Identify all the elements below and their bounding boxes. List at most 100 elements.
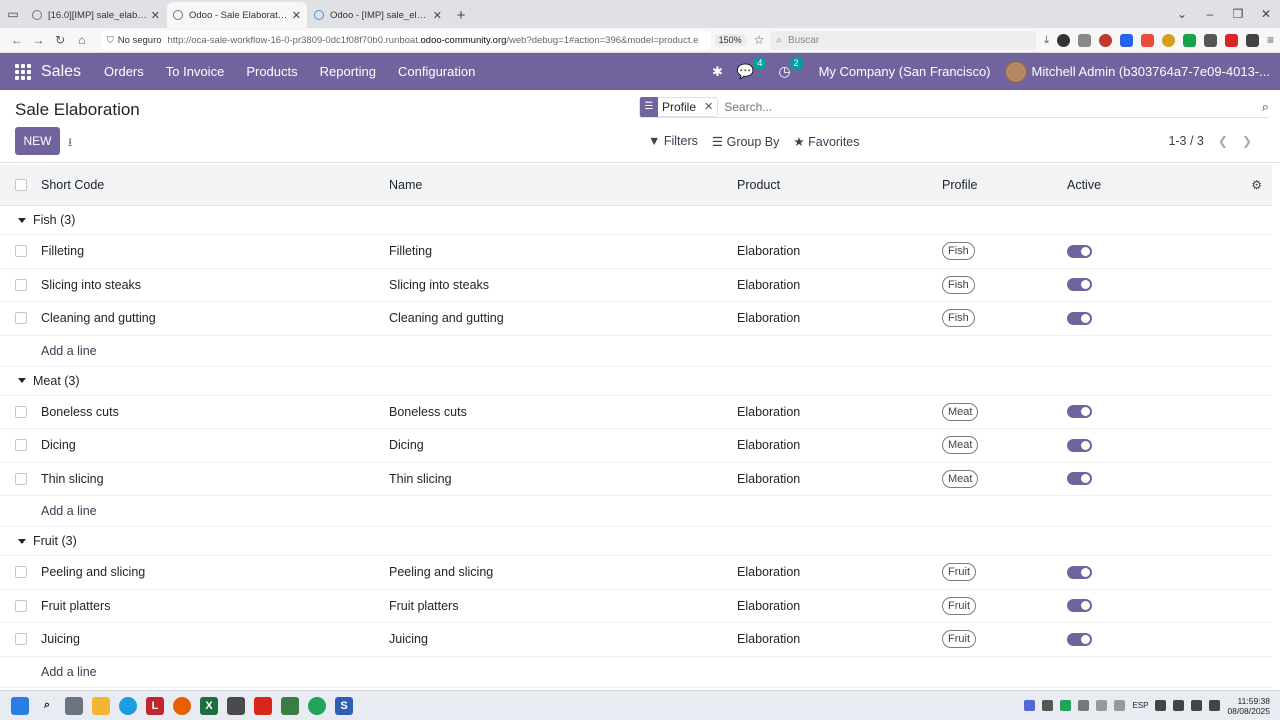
- pager-next-icon[interactable]: ❯: [1242, 134, 1252, 148]
- active-toggle[interactable]: [1067, 244, 1092, 258]
- search-facet-profile[interactable]: ☰ Profile ✕: [639, 96, 719, 117]
- browser-tab-1[interactable]: [16.0][IMP] sale_elaboration: · ✕: [26, 2, 166, 28]
- microphone-icon[interactable]: [1114, 700, 1126, 711]
- table-row[interactable]: Fruit platters Fruit platters Elaboratio…: [0, 590, 1272, 623]
- extension-icon[interactable]: [1245, 33, 1259, 47]
- app-green-icon[interactable]: [281, 696, 299, 715]
- excel-icon[interactable]: X: [200, 696, 218, 715]
- remove-facet-icon[interactable]: ✕: [700, 100, 717, 113]
- add-line-link[interactable]: Add a line: [0, 496, 1272, 527]
- active-toggle[interactable]: [1067, 438, 1092, 452]
- column-header-profile[interactable]: Profile: [942, 178, 1067, 192]
- edge-browser-icon[interactable]: [119, 696, 137, 715]
- activities-clock-icon[interactable]: ◷ 2: [778, 57, 803, 80]
- url-input[interactable]: ⛉ No seguro http://oca-sale-workflow-16-…: [100, 30, 711, 50]
- browser-tab-2[interactable]: Odoo - Sale Elaboration ✕: [167, 2, 307, 28]
- app-name[interactable]: Sales: [41, 63, 81, 81]
- tray-gear-icon[interactable]: [1024, 700, 1036, 711]
- optional-columns-icon[interactable]: ⚙: [1217, 178, 1272, 192]
- select-all-checkbox[interactable]: [15, 179, 27, 191]
- tab-list-icon[interactable]: ⌄: [1168, 7, 1196, 21]
- column-header-active[interactable]: Active: [1067, 178, 1217, 192]
- active-toggle[interactable]: [1067, 599, 1092, 613]
- row-checkbox[interactable]: [15, 566, 27, 579]
- back-icon[interactable]: ←: [6, 33, 28, 47]
- weather-icon[interactable]: [1209, 700, 1221, 711]
- menu-to-invoice[interactable]: To Invoice: [166, 64, 225, 79]
- row-checkbox[interactable]: [15, 312, 27, 325]
- active-toggle[interactable]: [1067, 278, 1092, 292]
- table-row[interactable]: Boneless cuts Boneless cuts Elaboration …: [0, 396, 1272, 429]
- active-toggle[interactable]: [1067, 632, 1092, 646]
- active-toggle[interactable]: [1067, 565, 1092, 579]
- user-menu[interactable]: Mitchell Admin (b303764a7-7e09-4013-...: [1004, 60, 1270, 83]
- taskbar-clock[interactable]: 11:59:38 08/08/2025: [1227, 696, 1270, 716]
- language-indicator[interactable]: ESP: [1132, 701, 1148, 710]
- pager-previous-icon[interactable]: ❮: [1218, 134, 1228, 148]
- sublime-text-icon[interactable]: [227, 696, 245, 715]
- close-window-icon[interactable]: ✕: [1252, 7, 1280, 21]
- active-toggle[interactable]: [1067, 472, 1092, 486]
- table-row[interactable]: Dicing Dicing Elaboration Meat: [0, 429, 1272, 463]
- row-checkbox[interactable]: [15, 633, 27, 646]
- table-row[interactable]: Cleaning and gutting Cleaning and guttin…: [0, 302, 1272, 336]
- close-tab-icon[interactable]: ✕: [292, 9, 301, 22]
- add-line-link[interactable]: Add a line: [0, 336, 1272, 367]
- chrome-icon[interactable]: [308, 696, 326, 715]
- column-header-short-code[interactable]: Short Code: [41, 178, 389, 192]
- reload-icon[interactable]: ↻: [49, 33, 71, 47]
- downloads-icon[interactable]: ⤓: [1044, 34, 1049, 47]
- group-row-meat[interactable]: Meat (3): [0, 366, 1272, 396]
- row-checkbox[interactable]: [15, 439, 27, 452]
- home-icon[interactable]: ⌂: [71, 33, 93, 47]
- new-button[interactable]: NEW: [15, 127, 60, 155]
- extension-icon[interactable]: [1056, 33, 1070, 47]
- windows-start-icon[interactable]: [11, 696, 29, 715]
- messages-icon[interactable]: 💬 4: [737, 57, 767, 80]
- search-icon[interactable]: ⌕: [38, 697, 56, 715]
- task-view-icon[interactable]: [65, 696, 83, 715]
- close-tab-icon[interactable]: ✕: [433, 9, 442, 22]
- extension-icon[interactable]: [1140, 33, 1154, 47]
- table-row[interactable]: Peeling and slicing Peeling and slicing …: [0, 556, 1272, 590]
- company-switcher[interactable]: My Company (San Francisco): [819, 64, 991, 79]
- app-l-icon[interactable]: L: [146, 696, 164, 715]
- row-checkbox[interactable]: [15, 405, 27, 418]
- table-row[interactable]: Juicing Juicing Elaboration Fruit: [0, 623, 1272, 657]
- row-checkbox[interactable]: [15, 599, 27, 612]
- file-explorer-icon[interactable]: [92, 696, 110, 715]
- power-icon[interactable]: [1191, 700, 1203, 711]
- restore-icon[interactable]: ❐: [1224, 7, 1252, 21]
- apps-menu-icon[interactable]: [15, 63, 31, 80]
- table-row[interactable]: Thin slicing Thin slicing Elaboration Me…: [0, 463, 1272, 496]
- table-row[interactable]: Slicing into steaks Slicing into steaks …: [0, 269, 1272, 302]
- row-checkbox[interactable]: [15, 278, 27, 291]
- close-tab-icon[interactable]: ✕: [151, 9, 160, 22]
- browser-search-input[interactable]: ⌕ Buscar: [770, 30, 1037, 50]
- zoom-level[interactable]: 150%: [714, 34, 746, 46]
- extension-icon[interactable]: [1224, 33, 1238, 47]
- firefox-icon[interactable]: [173, 696, 191, 715]
- group-row-fruit[interactable]: Fruit (3): [0, 527, 1272, 556]
- browser-menu-icon[interactable]: ≡: [1267, 33, 1274, 47]
- volume-icon[interactable]: [1173, 700, 1185, 711]
- extension-icon[interactable]: [1161, 33, 1175, 47]
- row-checkbox[interactable]: [15, 472, 27, 485]
- acrobat-icon[interactable]: [254, 696, 272, 715]
- extension-icon[interactable]: [1098, 33, 1112, 47]
- search-input[interactable]: [724, 99, 1251, 114]
- search-icon[interactable]: ⌕: [1251, 99, 1269, 115]
- column-header-product[interactable]: Product: [737, 178, 942, 192]
- column-header-name[interactable]: Name: [389, 178, 737, 192]
- battery-icon[interactable]: [1096, 700, 1108, 711]
- download-icon[interactable]: ⭳: [68, 133, 72, 154]
- group-by-button[interactable]: ☰ Group By: [712, 134, 780, 149]
- new-tab-button[interactable]: +: [449, 2, 473, 28]
- group-row-fish[interactable]: Fish (3): [0, 206, 1272, 235]
- row-checkbox[interactable]: [15, 245, 27, 258]
- browser-tab-3[interactable]: Odoo - [IMP] sale_elaboration: · ✕: [308, 2, 448, 28]
- bookmark-star-icon[interactable]: ☆: [754, 33, 765, 47]
- tray-app-icon[interactable]: [1042, 700, 1054, 711]
- menu-products[interactable]: Products: [246, 64, 297, 79]
- extension-icon[interactable]: [1119, 33, 1133, 47]
